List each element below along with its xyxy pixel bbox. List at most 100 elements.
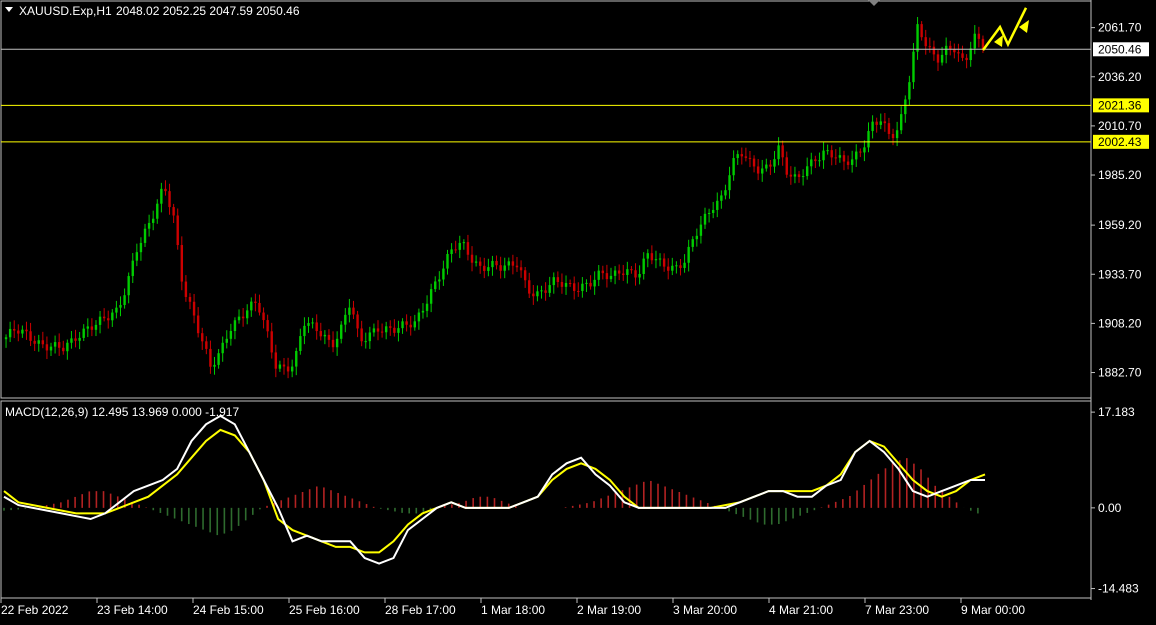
candle-body [789, 174, 793, 177]
candle-body [532, 293, 535, 297]
candle-body [29, 331, 32, 341]
candle-body [855, 151, 858, 160]
candle-body [90, 326, 94, 330]
level-price-label: 2021.36 [1098, 98, 1142, 112]
forecast-arrow-head-icon [994, 35, 1003, 47]
candle-body [671, 265, 674, 271]
candle-body [229, 330, 233, 339]
candle-body [282, 364, 286, 367]
candle-body [180, 245, 184, 282]
candle-body [736, 154, 739, 159]
candle-body [233, 320, 237, 331]
candle-body [172, 207, 175, 216]
candle-body [720, 195, 723, 201]
candle-body [66, 342, 69, 352]
candle-body [315, 322, 318, 332]
candle-body [605, 273, 609, 280]
candle-body [756, 166, 760, 174]
price-tick-label: 2010.70 [1098, 119, 1142, 133]
candle-body [810, 159, 813, 167]
candle-body [331, 339, 335, 348]
candle-body [617, 270, 621, 274]
candle-body [450, 249, 453, 255]
candle-body [470, 254, 474, 263]
candle-body [863, 147, 866, 153]
candle-body [540, 290, 543, 292]
collapse-triangle-icon[interactable] [5, 7, 13, 12]
candle-body [290, 366, 294, 372]
candle-body [188, 296, 192, 302]
candle-body [62, 347, 65, 352]
candle-body [262, 312, 265, 321]
candle-body [859, 151, 862, 153]
candle-body [466, 242, 470, 255]
candle-body [957, 52, 960, 54]
candle-body [127, 276, 130, 296]
candle-body [744, 156, 748, 158]
candle-body [875, 121, 878, 125]
candle-body [397, 328, 400, 333]
candle-body [969, 48, 972, 61]
candle-body [474, 261, 478, 263]
time-tick-label: 2 Mar 19:00 [577, 603, 641, 617]
shift-marker-icon[interactable] [868, 0, 880, 6]
candle-body [107, 318, 110, 321]
candle-body [184, 281, 188, 297]
candle-body [25, 329, 28, 332]
price-tick-label: 1882.70 [1098, 366, 1142, 380]
candle-body [801, 176, 805, 178]
candle-body [57, 342, 61, 348]
candle-body [920, 24, 923, 38]
candle-body [773, 159, 776, 167]
candle-body [507, 261, 511, 266]
candle-body [740, 154, 743, 157]
candle-body [409, 324, 412, 328]
candle-body [536, 291, 539, 297]
price-tick-label: 1908.20 [1098, 316, 1142, 330]
candle-body [732, 158, 735, 176]
candle-body [724, 190, 727, 196]
candle-body [511, 261, 515, 266]
candle-body [634, 270, 637, 278]
candle-body [119, 305, 122, 308]
candle-body [891, 133, 895, 139]
candle-body [834, 157, 838, 159]
candle-body [593, 279, 596, 287]
candle-body [883, 121, 887, 124]
ohlc-readout: 2048.02 2052.25 2047.59 2050.46 [116, 4, 300, 18]
candle-body [246, 310, 249, 319]
candle-body [201, 333, 204, 342]
candle-body [156, 203, 159, 219]
time-tick-label: 4 Mar 21:00 [769, 603, 833, 617]
candle-body [523, 270, 527, 281]
time-tick-label: 25 Feb 16:00 [289, 603, 360, 617]
chart-canvas: XAUUSD.Exp,H1 2048.02 2052.25 2047.59 20… [0, 0, 1149, 617]
candle-body [209, 348, 212, 367]
macd-layer [3, 414, 986, 565]
candle-body [519, 267, 523, 271]
candle-body [850, 159, 854, 165]
candle-body [421, 310, 425, 313]
candle-body [830, 150, 833, 158]
candle-body [217, 353, 220, 365]
candle-body [650, 253, 654, 261]
time-tick-label: 24 Feb 15:00 [193, 603, 264, 617]
candle-body [568, 283, 572, 285]
candle-body [299, 336, 302, 352]
candle-body [266, 320, 269, 332]
candle-body [687, 246, 690, 263]
candle-body [916, 24, 919, 52]
candle-body [176, 215, 179, 246]
candle-body [147, 222, 151, 229]
candle-body [372, 328, 376, 333]
candle-body [487, 267, 490, 271]
candle-body [846, 161, 850, 165]
candle-body [564, 283, 568, 287]
candle-body [192, 301, 196, 316]
candle-body [638, 273, 641, 278]
candle-body [413, 321, 416, 328]
candle-body [765, 164, 768, 169]
candle-body [940, 54, 944, 63]
candle-body [21, 329, 24, 334]
candle-body [41, 340, 45, 345]
